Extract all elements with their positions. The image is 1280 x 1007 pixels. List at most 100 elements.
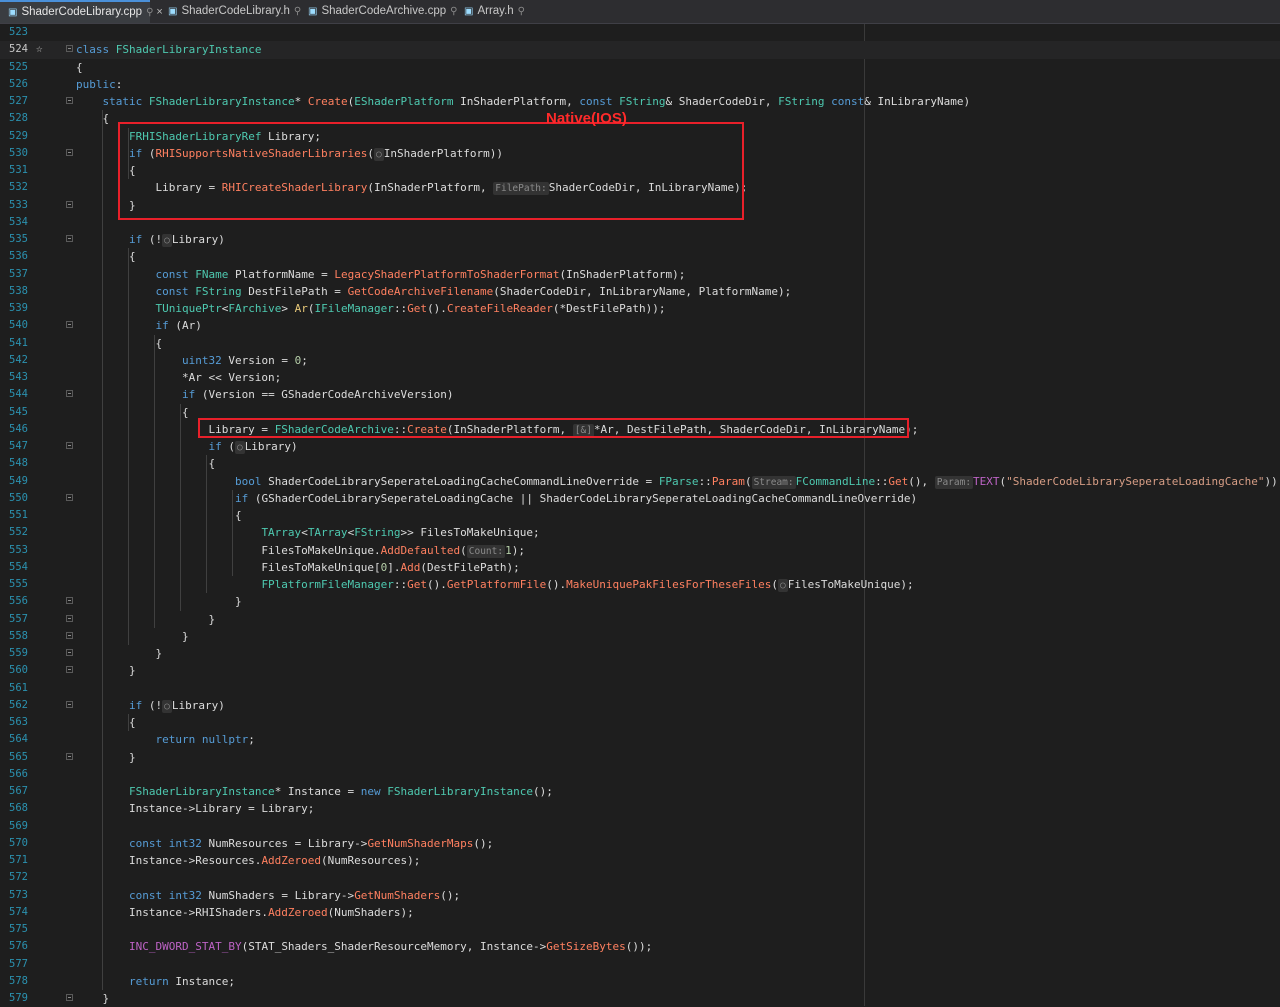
code-text[interactable]: return Instance; <box>76 973 235 990</box>
code-text[interactable]: { <box>76 335 162 352</box>
fold-toggle-icon[interactable] <box>66 97 73 104</box>
code-line[interactable]: 556 } <box>0 593 1280 610</box>
code-line[interactable]: 539 TUniquePtr<FArchive> Ar(IFileManager… <box>0 300 1280 317</box>
code-text[interactable]: { <box>76 507 242 524</box>
code-line[interactable]: 553 FilesToMakeUnique.AddDefaulted(Count… <box>0 542 1280 559</box>
code-line[interactable]: 578 return Instance; <box>0 973 1280 990</box>
code-text[interactable]: if (Version == GShaderCodeArchiveVersion… <box>76 386 454 403</box>
fold-toggle-icon[interactable] <box>66 235 73 242</box>
code-line[interactable]: 579 } <box>0 990 1280 1007</box>
code-text[interactable]: { <box>76 248 136 265</box>
fold-toggle-icon[interactable] <box>66 45 73 53</box>
pin-icon[interactable]: ⚲ <box>518 0 525 23</box>
fold-toggle-icon[interactable] <box>66 994 73 1001</box>
code-line[interactable]: 540 if (Ar) <box>0 317 1280 334</box>
code-text[interactable]: } <box>76 749 136 766</box>
code-text[interactable]: Instance->Resources.AddZeroed(NumResourc… <box>76 852 420 869</box>
code-line[interactable]: 566 <box>0 766 1280 783</box>
code-text[interactable]: } <box>76 593 242 610</box>
code-line[interactable]: 567 FShaderLibraryInstance* Instance = n… <box>0 783 1280 800</box>
code-line[interactable]: 568 Instance->Library = Library; <box>0 800 1280 817</box>
fold-toggle-icon[interactable] <box>66 631 73 639</box>
code-text[interactable]: class FShaderLibraryInstance <box>76 41 261 58</box>
code-text[interactable]: if (GShaderCodeLibrarySeperateLoadingCac… <box>76 490 917 507</box>
tab-shadercodearchive-cpp[interactable]: ▣ ShaderCodeArchive.cpp ⚲ <box>300 0 457 23</box>
code-text[interactable]: { <box>76 455 215 472</box>
code-line[interactable]: 548 { <box>0 455 1280 472</box>
code-line[interactable]: 526 public: <box>0 76 1280 93</box>
code-text[interactable]: INC_DWORD_STAT_BY(STAT_Shaders_ShaderRes… <box>76 938 652 955</box>
code-line[interactable]: 573 const int32 NumShaders = Library->Ge… <box>0 887 1280 904</box>
code-text[interactable]: } <box>76 611 215 628</box>
code-text[interactable]: if (! ○ Library) <box>76 231 225 248</box>
code-line[interactable]: 550 if (GShaderCodeLibrarySeperateLoadin… <box>0 490 1280 507</box>
code-line[interactable]: 547 if (○ Library) <box>0 438 1280 455</box>
tab-shadercodelibrary-h[interactable]: ▣ ShaderCodeLibrary.h ⚲ <box>160 0 301 23</box>
code-text[interactable]: { <box>76 714 136 731</box>
code-line[interactable]: 523 <box>0 24 1280 41</box>
code-line[interactable]: 549 bool ShaderCodeLibrarySeperateLoadin… <box>0 473 1280 490</box>
code-line[interactable]: 537 const FName PlatformName = LegacySha… <box>0 266 1280 283</box>
code-text[interactable]: if (○ Library) <box>76 438 298 455</box>
fold-toggle-icon[interactable] <box>66 614 73 622</box>
code-line[interactable]: 527 static FShaderLibraryInstance* Creat… <box>0 93 1280 110</box>
fold-toggle-icon[interactable] <box>66 493 73 501</box>
code-text[interactable]: FilesToMakeUnique[0].Add(DestFilePath); <box>76 559 519 576</box>
code-line[interactable]: 535 if (! ○ Library) <box>0 231 1280 248</box>
code-text[interactable]: TArray<TArray<FString>> FilesToMakeUniqu… <box>76 524 539 541</box>
fold-toggle-icon[interactable] <box>66 442 73 449</box>
code-line[interactable]: 577 <box>0 956 1280 973</box>
code-line[interactable]: 562 if (! ○ Library) <box>0 697 1280 714</box>
code-line[interactable]: 557 } <box>0 611 1280 628</box>
code-line[interactable]: 563 { <box>0 714 1280 731</box>
code-line[interactable]: 558 } <box>0 628 1280 645</box>
code-line[interactable]: 574 Instance->RHIShaders.AddZeroed(NumSh… <box>0 904 1280 921</box>
code-line[interactable]: 555 FPlatformFileManager::Get().GetPlatf… <box>0 576 1280 593</box>
code-text[interactable]: FilesToMakeUnique.AddDefaulted(Count: 1); <box>76 542 525 559</box>
code-text[interactable]: TUniquePtr<FArchive> Ar(IFileManager::Ge… <box>76 300 665 317</box>
code-text[interactable]: static FShaderLibraryInstance* Create(ES… <box>76 93 971 110</box>
fold-toggle-icon[interactable] <box>66 649 73 656</box>
code-text[interactable]: FShaderLibraryInstance* Instance = new F… <box>76 783 553 800</box>
fold-toggle-icon[interactable] <box>66 752 73 760</box>
fold-toggle-icon[interactable] <box>66 390 73 398</box>
fold-toggle-icon[interactable] <box>66 597 73 605</box>
tab-shadercodelibrary-cpp[interactable]: ▣ ShaderCodeLibrary.cpp ⚲ × <box>0 0 163 23</box>
code-line[interactable]: 565 } <box>0 749 1280 766</box>
code-line[interactable]: 572 <box>0 869 1280 886</box>
code-line[interactable]: 560 } <box>0 662 1280 679</box>
code-text[interactable]: } <box>76 990 109 1007</box>
code-text[interactable]: { <box>76 404 189 421</box>
code-text[interactable]: } <box>76 645 162 662</box>
code-line[interactable]: 536 { <box>0 248 1280 265</box>
code-text[interactable]: *Ar << Version; <box>76 369 281 386</box>
code-line[interactable]: 571 Instance->Resources.AddZeroed(NumRes… <box>0 852 1280 869</box>
fold-toggle-icon[interactable] <box>66 700 73 708</box>
code-text[interactable]: } <box>76 628 189 645</box>
code-text[interactable]: uint32 Version = 0; <box>76 352 308 369</box>
code-line[interactable]: 564 return nullptr; <box>0 731 1280 748</box>
code-text[interactable]: { <box>76 59 83 76</box>
fold-toggle-icon[interactable] <box>66 200 73 208</box>
code-line[interactable]: 543 *Ar << Version; <box>0 369 1280 386</box>
code-text[interactable]: { <box>76 110 109 127</box>
code-line[interactable]: 576 INC_DWORD_STAT_BY(STAT_Shaders_Shade… <box>0 938 1280 955</box>
code-line[interactable]: 542 uint32 Version = 0; <box>0 352 1280 369</box>
code-line[interactable]: 551 { <box>0 507 1280 524</box>
code-line[interactable]: 559 } <box>0 645 1280 662</box>
code-line[interactable]: 554 FilesToMakeUnique[0].Add(DestFilePat… <box>0 559 1280 576</box>
fold-toggle-icon[interactable] <box>66 666 73 674</box>
code-line[interactable]: 569 <box>0 818 1280 835</box>
lightbulb-icon[interactable]: ☆ <box>36 42 43 55</box>
code-line[interactable]: 541 { <box>0 335 1280 352</box>
fold-toggle-icon[interactable] <box>66 321 73 329</box>
code-line[interactable]: 538 const FString DestFilePath = GetCode… <box>0 283 1280 300</box>
code-line[interactable]: 570 const int32 NumResources = Library->… <box>0 835 1280 852</box>
code-text[interactable]: } <box>76 662 136 679</box>
code-line[interactable]: 524 ☆ class FShaderLibraryInstance <box>0 41 1280 59</box>
code-text[interactable]: const FString DestFilePath = GetCodeArch… <box>76 283 791 300</box>
code-text[interactable]: const int32 NumShaders = Library->GetNum… <box>76 887 460 904</box>
code-line[interactable]: 525 { <box>0 59 1280 76</box>
code-line[interactable]: 575 <box>0 921 1280 938</box>
code-text[interactable]: if (! ○ Library) <box>76 697 225 714</box>
